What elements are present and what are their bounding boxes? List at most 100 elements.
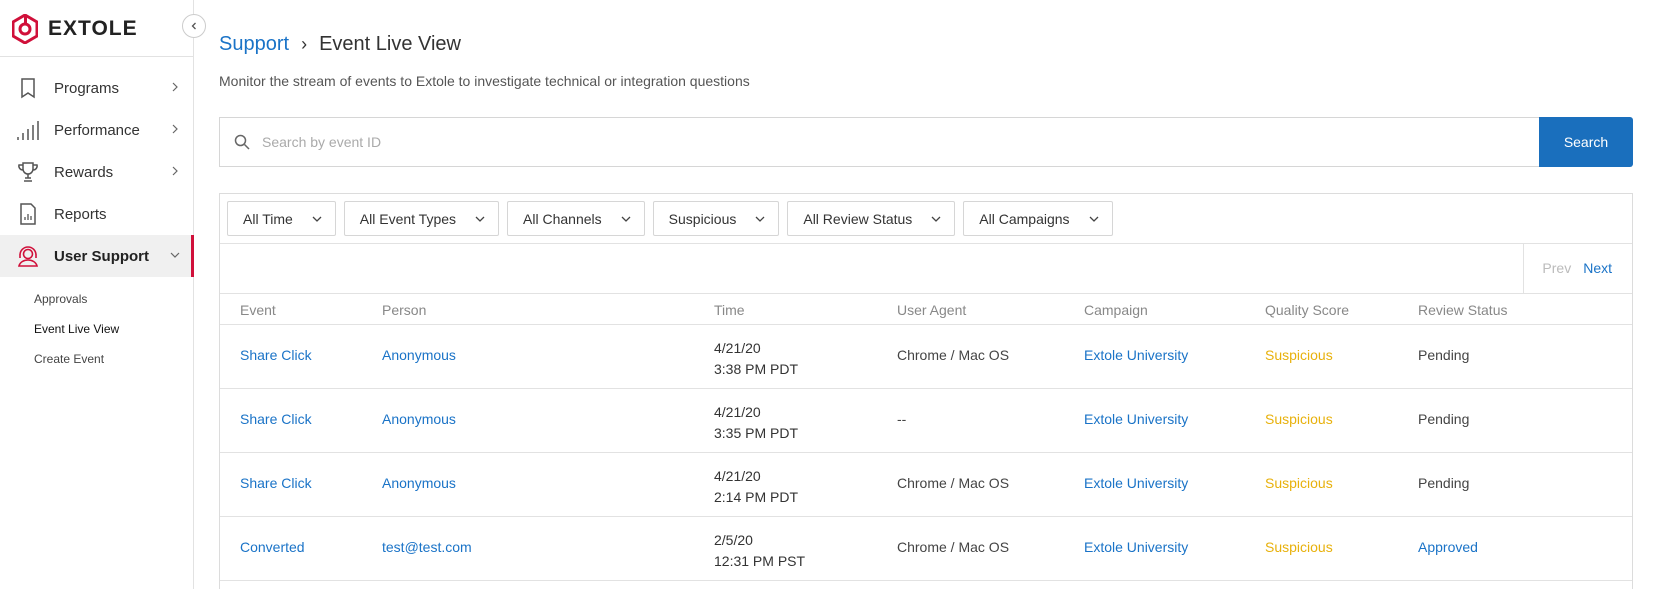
chevron-down-icon (475, 216, 485, 222)
table-row: Share Click Anonymous 4/21/20 3:38 PM PDT… (220, 325, 1632, 389)
quality-score: Suspicious (1265, 475, 1333, 491)
review-status: Pending (1418, 475, 1470, 491)
event-time: 4/21/20 3:38 PM PDT (714, 338, 798, 380)
column-header-user-agent: User Agent (897, 302, 967, 318)
sidebar-item-label: Reports (54, 205, 107, 223)
chevron-down-icon (621, 216, 631, 222)
sidebar-collapse-button[interactable] (182, 14, 206, 38)
event-link[interactable]: Share Click (240, 411, 312, 427)
chevron-down-icon (1089, 216, 1099, 222)
campaign-link[interactable]: Extole University (1084, 475, 1188, 491)
event-time: 2/5/20 12:31 PM PST (714, 530, 805, 572)
sidebar-item-performance[interactable]: Performance (0, 109, 193, 151)
person-link[interactable]: Anonymous (382, 411, 456, 427)
column-header-event: Event (240, 302, 276, 318)
sidebar-item-label: Performance (54, 121, 140, 139)
chevron-down-icon (312, 216, 322, 222)
event-date: 2/5/20 (714, 532, 753, 548)
event-time: 4/21/20 3:35 PM PDT (714, 402, 798, 444)
search-button[interactable]: Search (1539, 117, 1633, 167)
breadcrumb-support-link[interactable]: Support (219, 33, 289, 56)
filter-event-type-dropdown[interactable]: All Event Types (343, 201, 500, 236)
review-status: Pending (1418, 347, 1470, 363)
filter-channels-dropdown[interactable]: All Channels (507, 201, 645, 236)
sidebar-item-label: Programs (54, 79, 120, 97)
event-link[interactable]: Share Click (240, 475, 312, 491)
event-clock: 3:38 PM PDT (714, 361, 799, 377)
column-header-campaign: Campaign (1084, 302, 1148, 318)
events-table: Event Person Time User Agent Campaign Qu… (220, 294, 1632, 581)
pager-prev-button[interactable]: Prev (1542, 260, 1571, 276)
event-date: 4/21/20 (714, 468, 761, 484)
quality-score: Suspicious (1265, 539, 1333, 555)
sidebar-item-rewards[interactable]: Rewards (0, 151, 193, 193)
bookmark-icon (21, 78, 35, 99)
filter-bar: All Time All Event Types All Channels Su… (227, 201, 1113, 236)
breadcrumb-separator: › (301, 34, 308, 54)
event-date: 4/21/20 (714, 340, 761, 356)
filter-label: All Channels (523, 210, 602, 227)
event-clock: 2:14 PM PDT (714, 489, 799, 505)
brand-name: EXTOLE (48, 17, 138, 40)
sidebar-item-label: User Support (54, 247, 150, 265)
filter-campaigns-dropdown[interactable]: All Campaigns (963, 201, 1113, 236)
extole-logo-icon (12, 14, 38, 44)
page-subtitle: Monitor the stream of events to Extole t… (219, 73, 750, 89)
campaign-link[interactable]: Extole University (1084, 539, 1188, 555)
user-agent: Chrome / Mac OS (897, 475, 1010, 491)
review-status[interactable]: Approved (1418, 539, 1478, 555)
sidebar-item-programs[interactable]: Programs (0, 67, 193, 109)
table-row: Share Click Anonymous 4/21/20 3:35 PM PDT… (220, 389, 1632, 453)
subnav-item-create-event[interactable]: Create Event (34, 350, 119, 380)
logo[interactable]: EXTOLE (12, 14, 138, 44)
event-time: 4/21/20 2:14 PM PDT (714, 466, 798, 508)
search-box (219, 117, 1539, 167)
subnav-item-approvals[interactable]: Approvals (34, 290, 119, 320)
filters-divider (220, 243, 1632, 244)
campaign-link[interactable]: Extole University (1084, 347, 1188, 363)
person-link[interactable]: test@test.com (382, 539, 472, 555)
person-link[interactable]: Anonymous (382, 347, 456, 363)
pager-next-button[interactable]: Next (1583, 260, 1612, 276)
chevron-down-icon (755, 216, 765, 222)
bar-chart-icon (17, 121, 39, 140)
sidebar: EXTOLE Programs Performance Rewards Repo… (0, 0, 194, 589)
sidebar-item-label: Rewards (54, 163, 114, 181)
subnav-item-event-live-view[interactable]: Event Live View (34, 320, 119, 350)
sidebar-nav: Programs Performance Rewards Reports Use… (0, 67, 194, 277)
pager: Prev Next (1523, 243, 1632, 293)
event-link[interactable]: Converted (240, 539, 305, 555)
event-date: 4/21/20 (714, 404, 761, 420)
filter-label: Suspicious (668, 210, 737, 227)
column-header-quality-score: Quality Score (1265, 302, 1350, 318)
sidebar-item-reports[interactable]: Reports (0, 193, 193, 235)
search-icon (234, 134, 250, 150)
campaign-link[interactable]: Extole University (1084, 411, 1188, 427)
table-row: Share Click Anonymous 4/21/20 2:14 PM PDT… (220, 453, 1632, 517)
review-status: Pending (1418, 411, 1470, 427)
filter-time-dropdown[interactable]: All Time (227, 201, 336, 236)
quality-score: Suspicious (1265, 347, 1333, 363)
search-input[interactable] (262, 134, 1522, 150)
column-header-review-status: Review Status (1418, 302, 1508, 318)
events-panel: All Time All Event Types All Channels Su… (219, 193, 1633, 589)
person-link[interactable]: Anonymous (382, 475, 456, 491)
user-agent: Chrome / Mac OS (897, 347, 1010, 363)
event-link[interactable]: Share Click (240, 347, 312, 363)
filter-label: All Time (243, 210, 293, 227)
chevron-right-icon (172, 166, 178, 176)
filter-label: All Campaigns (979, 210, 1070, 227)
logo-divider (0, 56, 193, 57)
filter-label: All Event Types (359, 210, 457, 227)
sidebar-item-user-support[interactable]: User Support (0, 235, 194, 277)
filter-quality-dropdown[interactable]: Suspicious (652, 201, 780, 236)
table-header: Event Person Time User Agent Campaign Qu… (220, 294, 1632, 325)
user-agent: Chrome / Mac OS (897, 539, 1010, 555)
filter-review-status-dropdown[interactable]: All Review Status (787, 201, 956, 236)
chevron-left-icon (191, 22, 196, 30)
chevron-down-icon (170, 252, 180, 258)
column-header-person: Person (382, 302, 427, 318)
event-clock: 12:31 PM PST (714, 553, 806, 569)
quality-score: Suspicious (1265, 411, 1333, 427)
support-agent-icon (17, 246, 39, 267)
